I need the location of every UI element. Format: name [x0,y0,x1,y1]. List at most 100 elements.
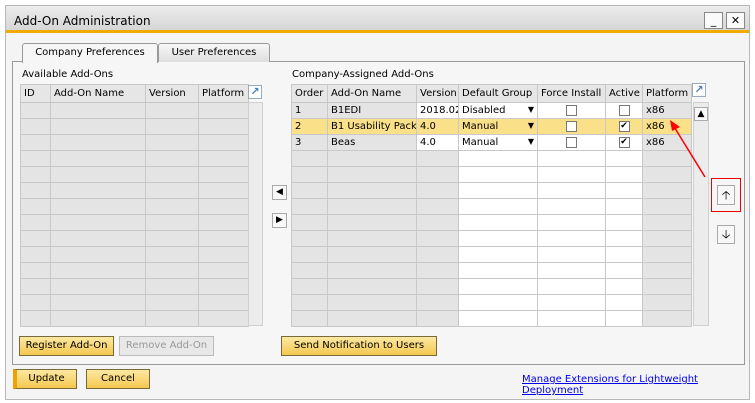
table-cell[interactable] [605,230,643,247]
table-cell[interactable] [145,246,199,263]
column-header[interactable]: Order [291,84,328,103]
table-cell[interactable] [605,262,643,279]
scrollbar[interactable] [248,102,263,326]
table-cell[interactable] [291,214,328,231]
table-row[interactable] [20,310,249,327]
table-row[interactable] [20,278,249,295]
table-cell[interactable] [50,278,146,295]
table-cell[interactable] [537,278,606,295]
dropdown-arrow-icon[interactable]: ▼ [528,137,534,146]
table-row[interactable] [20,134,249,151]
table-cell[interactable] [50,246,146,263]
move-right-button[interactable]: ▶ [272,213,287,228]
table-cell[interactable]: 4.0 [416,118,459,135]
column-header[interactable]: Add-On Name [50,84,146,103]
table-cell[interactable] [605,166,643,183]
table-row[interactable] [20,262,249,279]
tab-user-preferences[interactable]: User Preferences [158,43,270,62]
table-cell[interactable] [291,262,328,279]
cancel-button[interactable]: Cancel [86,369,150,389]
table-cell[interactable] [20,230,51,247]
table-cell[interactable] [145,182,199,199]
table-cell[interactable] [605,278,643,295]
table-cell[interactable] [416,294,459,311]
table-cell[interactable] [291,246,328,263]
table-cell[interactable] [327,262,417,279]
table-cell[interactable] [642,262,692,279]
table-cell[interactable] [458,310,538,327]
table-cell[interactable] [145,262,199,279]
table-cell[interactable] [642,310,692,327]
table-cell[interactable]: B1EDI [327,102,417,119]
table-cell[interactable] [198,294,249,311]
table-cell[interactable] [145,310,199,327]
table-cell[interactable] [537,102,606,119]
table-cell[interactable] [50,118,146,135]
table-cell[interactable] [145,134,199,151]
default-group-value[interactable]: Manual [462,137,498,148]
send-notification-button[interactable]: Send Notification to Users [281,336,437,356]
table-cell[interactable] [458,278,538,295]
column-header[interactable]: Version [145,84,199,103]
table-row[interactable] [20,214,249,231]
table-cell[interactable] [537,182,606,199]
table-cell[interactable] [605,182,643,199]
table-cell[interactable] [20,214,51,231]
table-cell[interactable] [20,246,51,263]
table-cell[interactable] [327,246,417,263]
table-cell[interactable] [327,310,417,327]
table-cell[interactable] [20,134,51,151]
table-cell[interactable] [145,294,199,311]
table-cell[interactable] [291,166,328,183]
table-cell[interactable] [416,166,459,183]
table-cell[interactable] [416,214,459,231]
table-cell[interactable] [537,214,606,231]
column-header[interactable]: ID [20,84,51,103]
table-row[interactable]: 2B1 Usability Package4.0Manual▼✔x86 [291,118,692,135]
table-cell[interactable] [605,294,643,311]
table-cell[interactable] [291,278,328,295]
table-row[interactable] [20,182,249,199]
table-cell[interactable] [50,134,146,151]
table-row[interactable] [291,294,692,311]
table-cell[interactable] [145,230,199,247]
table-row[interactable] [291,230,692,247]
table-cell[interactable] [327,150,417,167]
table-cell[interactable] [416,262,459,279]
table-cell[interactable] [416,230,459,247]
table-row[interactable] [20,150,249,167]
table-cell[interactable] [50,294,146,311]
table-cell[interactable] [642,182,692,199]
table-cell[interactable] [458,262,538,279]
table-cell[interactable] [145,214,199,231]
table-cell[interactable] [642,278,692,295]
table-cell[interactable]: ✔ [605,134,643,151]
table-cell[interactable] [198,150,249,167]
table-cell[interactable] [537,150,606,167]
move-down-button[interactable]: 🡣 [717,225,735,244]
table-cell[interactable]: ✔ [605,118,643,135]
table-cell[interactable] [145,198,199,215]
table-cell[interactable] [642,198,692,215]
table-cell[interactable]: B1 Usability Package [327,118,417,135]
table-cell[interactable] [458,166,538,183]
table-cell[interactable] [458,246,538,263]
table-cell[interactable] [145,166,199,183]
table-cell[interactable] [198,182,249,199]
table-cell[interactable] [145,150,199,167]
table-cell[interactable] [605,246,643,263]
table-cell[interactable] [327,230,417,247]
table-cell[interactable] [458,294,538,311]
default-group-select[interactable]: Disabled ▼ [458,102,538,119]
register-addon-button[interactable]: Register Add-On [19,336,114,356]
table-cell[interactable] [291,294,328,311]
table-cell[interactable] [537,166,606,183]
table-cell[interactable] [605,310,643,327]
table-row[interactable] [291,246,692,263]
table-cell[interactable] [20,262,51,279]
table-row[interactable] [20,166,249,183]
tab-company-preferences[interactable]: Company Preferences [22,43,158,63]
table-cell[interactable] [50,102,146,119]
column-header[interactable]: Add-On Name [327,84,417,103]
table-cell[interactable] [50,150,146,167]
